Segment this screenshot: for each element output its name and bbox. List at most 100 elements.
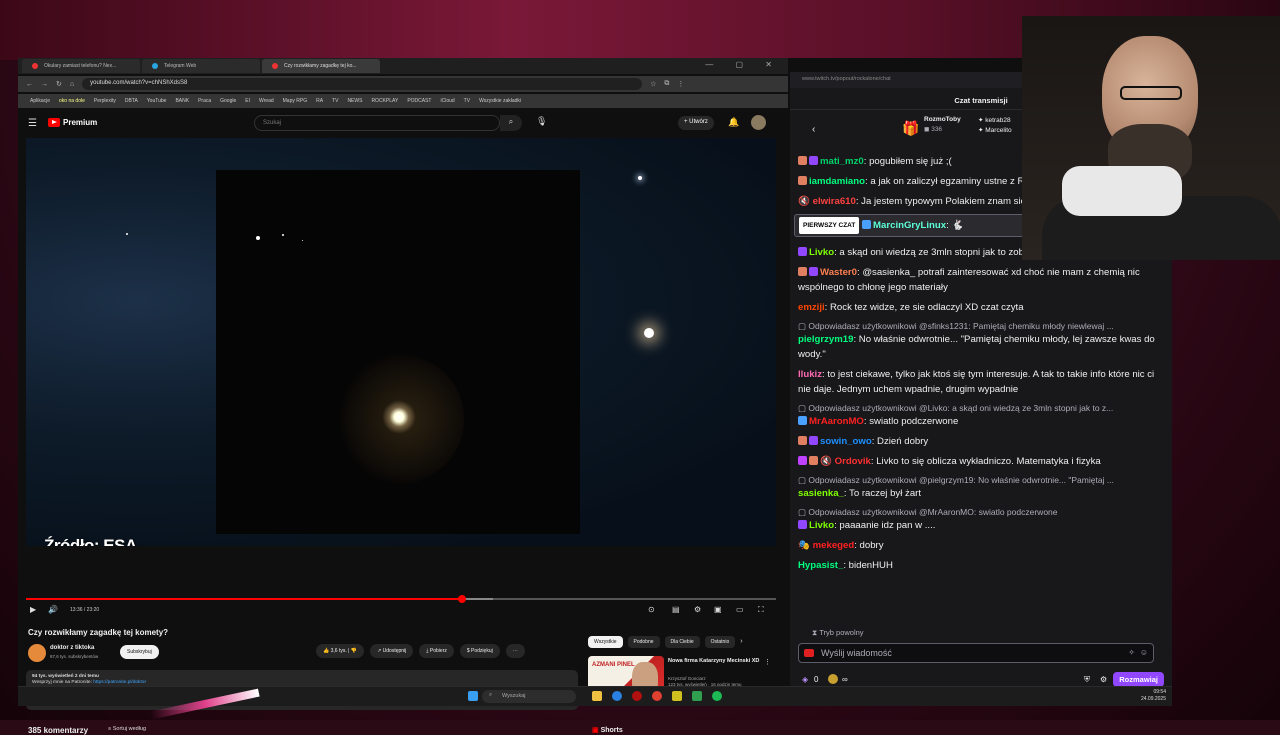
top-gifter-name[interactable]: RozmoToby xyxy=(924,116,961,123)
hamburger-menu-icon[interactable]: ☰ xyxy=(28,118,37,129)
gifter-2[interactable]: ✦ ketrab28 xyxy=(978,116,1011,124)
youtube-logo[interactable]: Premium xyxy=(48,118,97,127)
shield-icon[interactable]: ⛨ xyxy=(1084,675,1090,685)
bookmark-item[interactable]: Wszystkie zakładki xyxy=(479,98,521,104)
chat-message[interactable]: MrAaronMO: swiatlo podczerwone xyxy=(798,414,1164,429)
sort-comments-button[interactable]: ≡ Sortuj według xyxy=(108,726,146,732)
chat-username[interactable]: elwira610 xyxy=(813,196,856,207)
chat-message[interactable]: pielgrzym19: No właśnie odwrotnie... "Pa… xyxy=(798,332,1164,362)
window-controls[interactable]: — ▢ ✕ xyxy=(705,60,782,69)
chip-all[interactable]: Wszystkie xyxy=(588,636,623,648)
bookmark-item[interactable]: BANK xyxy=(175,98,189,104)
chat-username[interactable]: Livko xyxy=(809,520,834,531)
bookmark-item[interactable]: Aplikacje xyxy=(30,98,50,104)
chat-username[interactable]: MrAaronMO xyxy=(809,416,864,427)
menu-icon[interactable]: ⋮ xyxy=(677,80,684,88)
channel-avatar[interactable] xyxy=(28,644,46,662)
tab-1[interactable]: Okulary zamiast telefonu? Nex... xyxy=(22,59,140,73)
more-options-icon[interactable]: ⋮ xyxy=(764,658,771,666)
bookmark-item[interactable]: DBTA xyxy=(125,98,138,104)
edge-icon[interactable] xyxy=(612,691,622,701)
emote-picker-icon[interactable]: ☺ xyxy=(1140,648,1148,657)
download-button[interactable]: ⤓ Pobierz xyxy=(419,644,454,658)
bookmark-item[interactable]: Google xyxy=(220,98,236,104)
search-input[interactable]: Szukaj xyxy=(254,115,500,131)
like-button[interactable]: 👍 3,6 tys. | 👎 xyxy=(316,644,365,658)
channel-points-icon[interactable] xyxy=(828,674,838,684)
forward-icon[interactable]: → xyxy=(41,81,48,88)
chat-message[interactable]: sowin_owo: Dzień dobry xyxy=(798,434,1164,449)
chip-recent[interactable]: Ostatnio xyxy=(704,636,736,648)
bookmark-item[interactable]: EI xyxy=(245,98,250,104)
chat-username[interactable]: iamdamiano xyxy=(809,176,865,187)
extensions-icon[interactable]: ⧉ xyxy=(664,80,669,88)
chat-username[interactable]: llukiz xyxy=(798,369,822,380)
bookmark-item[interactable]: Mapy RPG xyxy=(283,98,307,104)
avatar[interactable] xyxy=(751,115,766,130)
back-arrow-icon[interactable]: ‹ xyxy=(812,124,815,135)
thanks-button[interactable]: $ Podziękuj xyxy=(459,644,500,658)
subtitles-icon[interactable]: ▤ xyxy=(672,605,680,614)
file-explorer-icon[interactable] xyxy=(592,691,602,701)
chat-username[interactable]: mekeged xyxy=(813,540,855,551)
chat-username[interactable]: MarcinGryLinux xyxy=(873,220,946,231)
chat-message[interactable]: Waster0: @sasienka_ potrafi zainteresowa… xyxy=(798,265,1164,295)
chat-username[interactable]: Livko xyxy=(809,247,834,258)
chat-send-button[interactable]: Rozmawiaj xyxy=(1113,672,1164,687)
bookmark-item[interactable]: ROCKPLAY xyxy=(371,98,398,104)
progress-scrubber[interactable] xyxy=(458,595,466,603)
chip-related[interactable]: Podobne xyxy=(627,636,660,648)
create-button[interactable]: + Utwórz xyxy=(678,116,714,130)
chat-input[interactable]: Wyślij wiadomość ✧ ☺ xyxy=(798,643,1154,663)
url-field[interactable]: youtube.com/watch?v=chNShXdsS8 xyxy=(82,78,643,90)
notes-icon[interactable] xyxy=(672,691,682,701)
bookmark-item[interactable]: RA xyxy=(316,98,323,104)
search-icon[interactable]: ⌕ xyxy=(500,115,522,131)
chat-message[interactable]: 🔇 Ordovik: Livko to się oblicza wykładni… xyxy=(798,454,1164,469)
microphone-icon[interactable]: 🎙 xyxy=(536,116,547,127)
subscribe-button[interactable]: Subskrybuj xyxy=(120,645,159,659)
patronite-link[interactable]: https://patronite.pl/doktor xyxy=(93,680,146,685)
theater-mode-icon[interactable]: ▭ xyxy=(736,605,744,614)
chat-message[interactable]: sasienka_: To raczej był żart xyxy=(798,486,1164,501)
chat-username[interactable]: pielgrzym19 xyxy=(798,334,853,345)
home-icon[interactable]: ⌂ xyxy=(70,81,74,88)
back-icon[interactable]: ← xyxy=(26,81,33,88)
video-player[interactable]: Źródło: ESA xyxy=(26,138,776,546)
chat-message[interactable]: Hypasist_: bidenHUH xyxy=(798,558,1164,573)
volume-icon[interactable]: 🔊 xyxy=(48,605,58,614)
system-clock[interactable]: 09:54 24.09.2025 xyxy=(1141,689,1166,703)
windows-start-icon[interactable] xyxy=(468,691,478,701)
play-icon[interactable]: ▶ xyxy=(30,605,36,614)
autoplay-toggle[interactable]: ⊙ xyxy=(648,605,655,614)
tab-2[interactable]: Telegram Web xyxy=(142,59,260,73)
chat-username[interactable]: emziji xyxy=(798,302,825,313)
bits-icon[interactable]: ✧ xyxy=(1128,648,1135,657)
gifter-3[interactable]: ✦ Marcelito xyxy=(978,126,1012,134)
chat-username[interactable]: Waster0 xyxy=(820,267,857,278)
chat-message[interactable]: 🎭 mekeged: dobry xyxy=(798,538,1164,553)
chat-message[interactable]: Livko: paaaanie idz pan w .... xyxy=(798,518,1164,533)
star-icon[interactable]: ☆ xyxy=(650,80,656,88)
bookmark-item[interactable]: YouTube xyxy=(147,98,167,104)
notifications-bell-icon[interactable]: 🔔 xyxy=(728,117,739,128)
chat-username[interactable]: sasienka_ xyxy=(798,488,844,499)
spotify-icon[interactable] xyxy=(712,691,722,701)
chat-username[interactable]: mati_mz0 xyxy=(820,156,864,167)
chrome-icon[interactable] xyxy=(652,691,662,701)
taskbar-search-input[interactable]: ⌕ Wyszukaj xyxy=(482,690,576,703)
miniplayer-icon[interactable]: ▣ xyxy=(714,605,722,614)
chat-message[interactable]: llukiz: to jest ciekawe, tylko jak ktoś … xyxy=(798,367,1164,397)
bookmark-item[interactable]: PODCAST xyxy=(407,98,431,104)
channel-name[interactable]: doktor z tiktoka xyxy=(50,645,94,651)
more-actions-icon[interactable]: ⋯ xyxy=(505,644,525,658)
bookmark-item[interactable]: Wread xyxy=(259,98,274,104)
chat-username[interactable]: Hypasist_ xyxy=(798,560,843,571)
share-button[interactable]: ↗ Udostępnij xyxy=(370,644,414,658)
reload-icon[interactable]: ↻ xyxy=(56,80,62,88)
bookmark-item[interactable]: Perplexity xyxy=(94,98,116,104)
bookmark-item[interactable]: TV xyxy=(464,98,470,104)
chip-for-you[interactable]: Dla Ciebie xyxy=(664,636,700,648)
chat-username[interactable]: sowin_owo xyxy=(820,436,872,447)
app-icon[interactable] xyxy=(692,691,702,701)
